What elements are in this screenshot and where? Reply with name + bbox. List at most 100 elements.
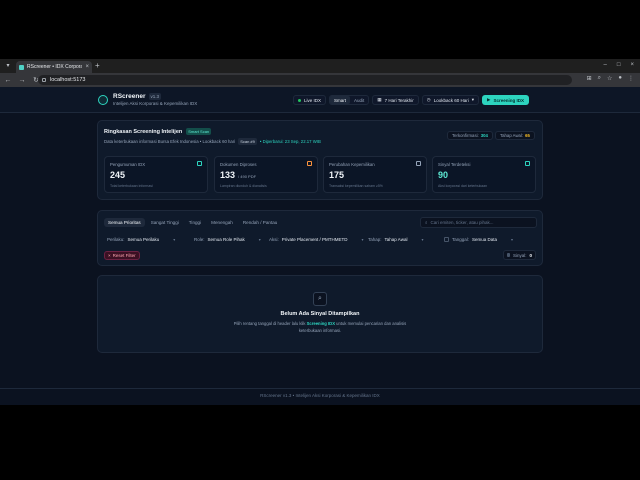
- forward-icon[interactable]: →: [18, 77, 26, 84]
- confirmed-value: 304: [480, 133, 488, 138]
- mode-toggle: Smart Audit: [329, 95, 370, 105]
- updated-time: • Diperbarui: 23 Sep, 22.17 WIB: [259, 139, 321, 144]
- aksi-select[interactable]: Private Placement / PMTHMETD: [282, 237, 364, 242]
- trend-icon: [416, 161, 421, 166]
- tanggal-filter[interactable]: Tanggal: Semua Data: [444, 237, 513, 242]
- new-tab-icon[interactable]: +: [95, 62, 100, 70]
- perilaku-label: Perilaku:: [107, 237, 125, 242]
- minimize-icon[interactable]: –: [604, 62, 607, 68]
- perilaku-select[interactable]: Semua Perilaku: [128, 237, 176, 242]
- metric-number: 90: [438, 170, 449, 180]
- summary-subtitle: Data keterbukaan informasi Bursa Efek In…: [104, 138, 321, 145]
- maximize-icon[interactable]: □: [617, 62, 621, 68]
- search-input[interactable]: ⌕ Cari emiten, ticker, atau pihak...: [420, 217, 537, 228]
- metric-desc: Lampiran diunduh & dianalisis: [220, 184, 267, 188]
- screening-idx-button[interactable]: ▶ Screening IDX: [481, 95, 529, 105]
- document-icon: [197, 161, 202, 166]
- signal-icon: [525, 161, 530, 166]
- metric-value: 245: [110, 170, 125, 180]
- mode-audit-button[interactable]: Audit: [350, 96, 368, 104]
- signal-square-icon: [507, 253, 510, 257]
- play-icon: ▶: [486, 97, 491, 102]
- tab-tinggi[interactable]: Tinggi: [185, 218, 205, 227]
- metric-desc: Transaksi kepemilikan saham ≥5%: [329, 184, 383, 188]
- translate-icon[interactable]: ⊞: [587, 75, 592, 82]
- live-idx-indicator[interactable]: Live IDX: [293, 95, 327, 105]
- search-placeholder: Cari emiten, ticker, atau pihak...: [430, 220, 494, 225]
- download-icon: [307, 161, 312, 166]
- tab-search-icon[interactable]: ▾: [4, 62, 12, 70]
- date-range-select[interactable]: ▦ 7 Hari Terakhir: [372, 95, 419, 105]
- aksi-filter[interactable]: Aksi: Private Placement / PMTHMETD: [269, 237, 364, 242]
- header-controls: Live IDX Smart Audit ▦ 7 Hari Terakhir ◷…: [293, 95, 529, 105]
- signal-label: Sinyal:: [512, 252, 527, 258]
- brand-name: RScreener: [113, 93, 146, 100]
- confirmed-label: Terkonfirmasi:: [452, 133, 479, 138]
- favicon-icon: [19, 64, 24, 70]
- back-icon[interactable]: ←: [4, 77, 12, 84]
- zoom-icon[interactable]: ⌕: [598, 75, 601, 82]
- lookback-select[interactable]: ◷ Lookback 60 Hari ▾: [421, 95, 479, 105]
- tanggal-checkbox[interactable]: [444, 237, 449, 242]
- tahap-filter[interactable]: Tahap: Tahap Awal: [368, 237, 423, 242]
- role-filter[interactable]: Role: Semua Role Pihak: [194, 237, 261, 242]
- metric-label: Perubahan Kepemilikan: [329, 162, 375, 167]
- tab-sangat-tinggi[interactable]: Sangat Tinggi: [147, 218, 183, 227]
- screening-idx-label: Screening IDX: [493, 97, 524, 103]
- smart-scan-badge: Smart Scan: [186, 128, 212, 135]
- metric-value: 175: [329, 170, 344, 180]
- mode-smart-button[interactable]: Smart: [330, 96, 351, 104]
- signal-count: 0: [529, 252, 532, 258]
- tahap-label: Tahap:: [368, 237, 382, 242]
- browser-tab[interactable]: RScreener • IDX Corporate Act... ×: [16, 61, 92, 73]
- summary-title-text: Ringkasan Screening Intelijen: [104, 128, 183, 135]
- empty-desc-link: Screening IDX: [306, 321, 335, 326]
- metric-suffix: / 490 PDF: [238, 174, 257, 179]
- tab-rendah-pantau[interactable]: Rendah / Pantau: [239, 218, 281, 227]
- tab-menengah[interactable]: Menengah: [207, 218, 237, 227]
- metric-value: 90: [438, 170, 448, 180]
- address-bar[interactable]: localhost:5173: [38, 75, 572, 85]
- signal-toggle[interactable]: Sinyal: 0: [503, 250, 536, 260]
- close-window-icon[interactable]: ×: [630, 62, 634, 68]
- aksi-label: Aksi:: [269, 237, 279, 242]
- metric-label: Sinyal Terdeteksi: [438, 162, 471, 167]
- tab-title: RScreener • IDX Corporate Act...: [27, 64, 83, 70]
- tab-semua-prioritas[interactable]: Semua Prioritas: [104, 218, 145, 227]
- metric-label: Pengumuman IDX: [110, 162, 146, 167]
- tanggal-label: Tanggal:: [452, 237, 470, 242]
- reset-filter-button[interactable]: × Reset Filter: [104, 251, 140, 260]
- metric-number: 133: [220, 170, 236, 180]
- close-tab-icon[interactable]: ×: [85, 64, 89, 70]
- metric-number: 245: [110, 170, 126, 180]
- early-label: Tahap Awal:: [500, 133, 524, 138]
- toolbar-actions: ⊞ ⌕ ☆ ● ⋮: [587, 75, 634, 82]
- perilaku-filter[interactable]: Perilaku: Semua Perilaku: [107, 237, 175, 242]
- priority-tabs: Semua Prioritas Sangat Tinggi Tinggi Men…: [104, 218, 281, 227]
- scan-chip: Scan #9: [238, 138, 257, 145]
- tanggal-select[interactable]: Semua Data: [472, 237, 513, 242]
- empty-desc-pre: Pilih rentang tanggal di header lalu kli…: [233, 321, 306, 326]
- early-stage-stat: Tahap Awal: 65: [495, 131, 535, 140]
- summary-source: Data keterbukaan informasi Bursa Efek In…: [104, 139, 236, 144]
- site-info-icon[interactable]: [42, 78, 46, 82]
- brand: RScreener v1.3: [113, 93, 162, 100]
- reset-filter-label: Reset Filter: [112, 253, 136, 258]
- bookmark-icon[interactable]: ☆: [607, 75, 612, 82]
- window-controls: – □ ×: [604, 62, 634, 68]
- metric-card: Dokumen Diproses 133/ 490 PDF Lampiran d…: [214, 156, 318, 193]
- tahap-select[interactable]: Tahap Awal: [385, 237, 424, 242]
- empty-state-title: Belum Ada Sinyal Ditampilkan: [280, 311, 360, 317]
- profile-icon[interactable]: ●: [618, 75, 622, 82]
- menu-icon[interactable]: ⋮: [628, 75, 634, 82]
- metric-card: Sinyal Terdeteksi 90 Aksi korporasi dari…: [432, 156, 536, 193]
- role-select[interactable]: Semua Role Pihak: [208, 237, 261, 242]
- metric-number: 175: [329, 170, 345, 180]
- app-subtitle: Intelijen Aksi Korporasi & Kepemilikan I…: [113, 101, 198, 106]
- logo-icon: [98, 95, 108, 105]
- close-icon: ×: [108, 253, 111, 258]
- empty-state-desc: Pilih rentang tanggal di header lalu kli…: [230, 320, 410, 334]
- summary-title: Ringkasan Screening Intelijen Smart Scan: [104, 128, 212, 135]
- role-label: Role:: [194, 237, 205, 242]
- metric-desc: Aksi korporasi dari keterbukaan: [438, 184, 488, 188]
